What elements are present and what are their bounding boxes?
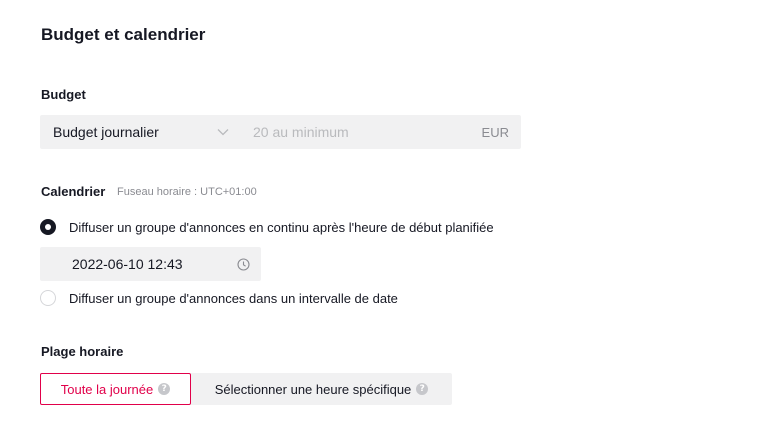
all-day-button[interactable]: Toute la journée ?: [40, 373, 191, 405]
start-datetime-picker[interactable]: 2022-06-10 12:43: [40, 247, 261, 281]
section-title: Budget et calendrier: [41, 25, 206, 44]
question-circle-icon[interactable]: ?: [158, 383, 171, 395]
radio-continuous-label: Diffuser un groupe d'annonces en continu…: [69, 219, 494, 235]
budget-label: Budget: [41, 87, 86, 102]
specific-time-label: Sélectionner une heure spécifique: [214, 381, 412, 397]
radio-unselected-icon: [40, 290, 56, 306]
clock-icon: [237, 257, 250, 271]
budget-schedule-panel: Budget et calendrier Budget Budget journ…: [0, 0, 758, 432]
chevron-down-icon: [217, 129, 229, 136]
radio-date-range[interactable]: Diffuser un groupe d'annonces dans un in…: [40, 290, 398, 306]
specific-time-button[interactable]: Sélectionner une heure spécifique ?: [191, 373, 452, 405]
start-datetime-value: 2022-06-10 12:43: [72, 256, 183, 272]
budget-amount-input[interactable]: 20 au minimum EUR: [239, 115, 521, 149]
time-range-label: Plage horaire: [41, 344, 124, 359]
budget-row: Budget journalier 20 au minimum EUR: [40, 115, 521, 149]
radio-selected-icon: [40, 219, 56, 235]
budget-type-select[interactable]: Budget journalier: [40, 115, 239, 149]
currency-label: EUR: [481, 124, 509, 140]
budget-amount-placeholder: 20 au minimum: [253, 124, 349, 140]
calendar-label: Calendrier: [41, 184, 106, 199]
timezone-note: Fuseau horaire : UTC+01:00: [117, 186, 257, 198]
radio-continuous[interactable]: Diffuser un groupe d'annonces en continu…: [40, 219, 494, 235]
budget-type-value: Budget journalier: [53, 124, 159, 140]
all-day-label: Toute la journée: [60, 381, 154, 397]
radio-date-range-label: Diffuser un groupe d'annonces dans un in…: [69, 290, 398, 306]
question-circle-icon[interactable]: ?: [416, 383, 429, 395]
